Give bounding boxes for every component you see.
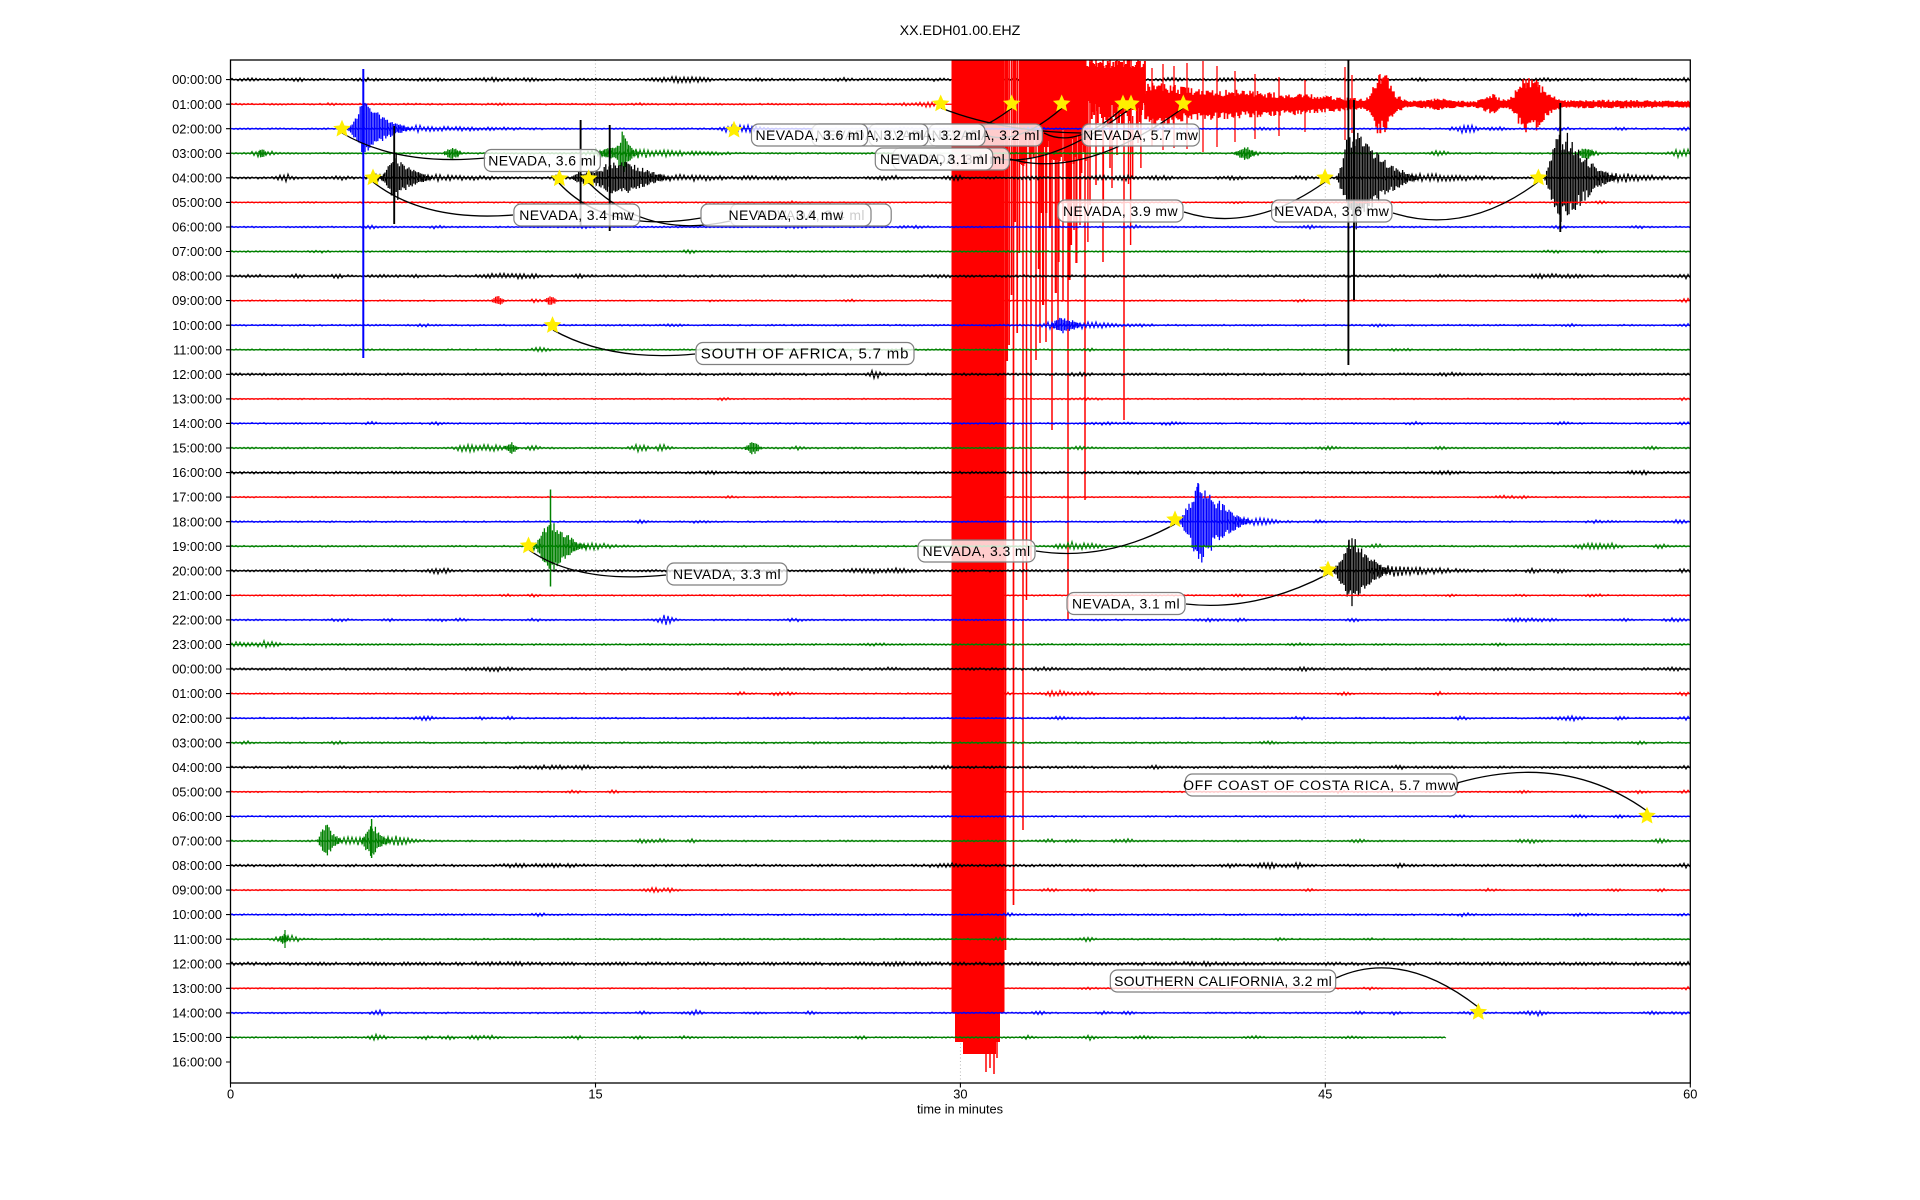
svg-text:NEVADA, 5.7 mw: NEVADA, 5.7 mw <box>1083 127 1199 143</box>
svg-text:07:00:00: 07:00:00 <box>172 834 222 849</box>
svg-text:11:00:00: 11:00:00 <box>173 932 222 947</box>
svg-text:18:00:00: 18:00:00 <box>172 514 222 529</box>
svg-text:15: 15 <box>588 1087 602 1102</box>
svg-text:06:00:00: 06:00:00 <box>172 809 222 824</box>
svg-text:03:00:00: 03:00:00 <box>172 146 222 161</box>
svg-text:30: 30 <box>953 1087 967 1102</box>
svg-text:XX.EDH01.00.EHZ: XX.EDH01.00.EHZ <box>900 23 1021 39</box>
svg-text:07:00:00: 07:00:00 <box>172 244 222 259</box>
svg-text:time in minutes: time in minutes <box>917 1102 1003 1117</box>
svg-text:03:00:00: 03:00:00 <box>172 735 222 750</box>
svg-text:10:00:00: 10:00:00 <box>172 318 222 333</box>
svg-text:NEVADA, 3.4 mw: NEVADA, 3.4 mw <box>519 207 635 223</box>
svg-text:13:00:00: 13:00:00 <box>172 981 222 996</box>
svg-text:NEVADA, 3.3 ml: NEVADA, 3.3 ml <box>922 543 1030 559</box>
svg-text:09:00:00: 09:00:00 <box>172 883 222 898</box>
svg-text:NEVADA, 3.3 ml: NEVADA, 3.3 ml <box>673 566 781 582</box>
svg-text:11:00:00: 11:00:00 <box>173 342 222 357</box>
svg-text:02:00:00: 02:00:00 <box>172 121 222 136</box>
svg-text:17:00:00: 17:00:00 <box>172 490 222 505</box>
svg-text:21:00:00: 21:00:00 <box>172 588 222 603</box>
svg-text:NEVADA, 3.1 ml: NEVADA, 3.1 ml <box>1072 595 1180 611</box>
svg-text:01:00:00: 01:00:00 <box>172 97 222 112</box>
svg-text:13:00:00: 13:00:00 <box>172 392 222 407</box>
svg-text:NEVADA, 3.6 ml: NEVADA, 3.6 ml <box>488 152 596 168</box>
svg-text:12:00:00: 12:00:00 <box>172 367 222 382</box>
svg-text:16:00:00: 16:00:00 <box>172 1055 222 1070</box>
svg-text:08:00:00: 08:00:00 <box>172 858 222 873</box>
svg-text:04:00:00: 04:00:00 <box>172 760 222 775</box>
svg-text:SOUTH OF AFRICA, 5.7 mb: SOUTH OF AFRICA, 5.7 mb <box>701 345 909 362</box>
svg-text:10:00:00: 10:00:00 <box>172 907 222 922</box>
svg-text:14:00:00: 14:00:00 <box>172 416 222 431</box>
svg-text:0: 0 <box>227 1087 234 1102</box>
svg-text:15:00:00: 15:00:00 <box>172 1030 222 1045</box>
svg-text:OFF COAST OF COSTA RICA, 5.7 m: OFF COAST OF COSTA RICA, 5.7 mww <box>1183 778 1460 794</box>
svg-text:NEVADA, 3.6 mw: NEVADA, 3.6 mw <box>1274 203 1390 219</box>
svg-text:NEVADA, 3.4 mw: NEVADA, 3.4 mw <box>728 207 844 223</box>
svg-text:00:00:00: 00:00:00 <box>172 72 222 87</box>
svg-text:20:00:00: 20:00:00 <box>172 563 222 578</box>
svg-text:23:00:00: 23:00:00 <box>172 637 222 652</box>
svg-text:12:00:00: 12:00:00 <box>172 956 222 971</box>
svg-text:NEVADA, 3.9 mw: NEVADA, 3.9 mw <box>1063 203 1179 219</box>
svg-text:02:00:00: 02:00:00 <box>172 711 222 726</box>
svg-text:NEVADA, 3.6 ml: NEVADA, 3.6 ml <box>755 127 863 143</box>
svg-text:04:00:00: 04:00:00 <box>172 170 222 185</box>
svg-text:SOUTHERN CALIFORNIA, 3.2 ml: SOUTHERN CALIFORNIA, 3.2 ml <box>1114 973 1332 989</box>
svg-text:45: 45 <box>1318 1087 1332 1102</box>
svg-text:15:00:00: 15:00:00 <box>172 441 222 456</box>
svg-text:01:00:00: 01:00:00 <box>172 686 222 701</box>
svg-text:09:00:00: 09:00:00 <box>172 293 222 308</box>
svg-text:05:00:00: 05:00:00 <box>172 784 222 799</box>
svg-text:22:00:00: 22:00:00 <box>172 613 222 628</box>
svg-text:60: 60 <box>1683 1087 1697 1102</box>
svg-text:14:00:00: 14:00:00 <box>172 1006 222 1021</box>
svg-text:06:00:00: 06:00:00 <box>172 220 222 235</box>
svg-text:00:00:00: 00:00:00 <box>172 662 222 677</box>
svg-text:NEVADA, 3.1 ml: NEVADA, 3.1 ml <box>880 151 988 167</box>
svg-text:08:00:00: 08:00:00 <box>172 269 222 284</box>
svg-text:05:00:00: 05:00:00 <box>172 195 222 210</box>
svg-text:16:00:00: 16:00:00 <box>172 465 222 480</box>
svg-text:19:00:00: 19:00:00 <box>172 539 222 554</box>
